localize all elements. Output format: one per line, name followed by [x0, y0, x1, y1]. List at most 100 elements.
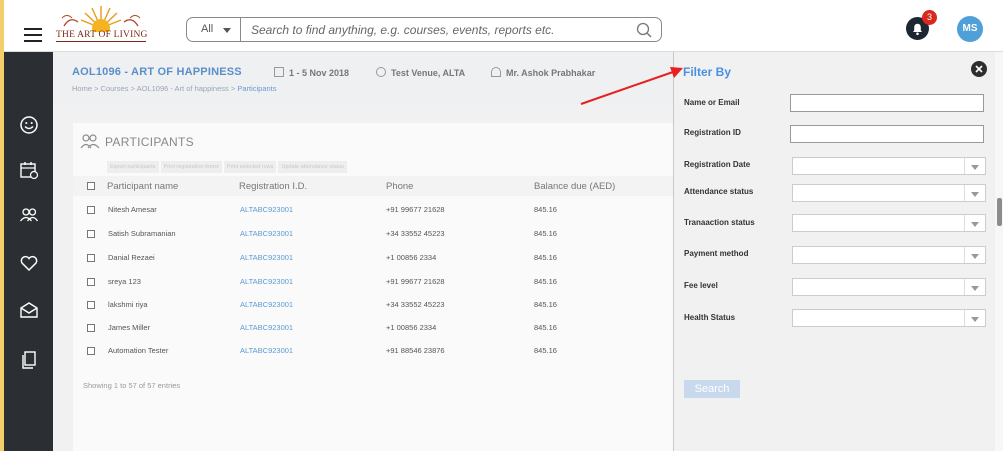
- people-icon[interactable]: [19, 205, 39, 225]
- row-checkbox[interactable]: [87, 278, 95, 286]
- column-header-balance[interactable]: Balance due (AED): [534, 181, 615, 192]
- caret-down-icon: [971, 317, 979, 322]
- course-dates: 1 - 5 Nov 2018: [274, 67, 349, 78]
- caret-down-icon: [971, 286, 979, 291]
- course-title[interactable]: AOL1096 - ART OF HAPPINESS: [72, 66, 242, 78]
- table-row[interactable]: Automation Tester ALTABC923001 +91 88546…: [73, 339, 673, 361]
- registration-id-link[interactable]: ALTABC923001: [240, 300, 293, 309]
- fee-level-label: Fee level: [684, 281, 718, 290]
- balance-due: 845.16: [534, 229, 557, 238]
- table-row[interactable]: James Miller ALTABC923001 +1 00856 2334 …: [73, 316, 673, 338]
- hamburger-menu-icon[interactable]: [24, 28, 42, 42]
- balance-due: 845.16: [534, 253, 557, 262]
- participant-name[interactable]: James Miller: [108, 323, 150, 332]
- participant-name[interactable]: sreya 123: [108, 277, 141, 286]
- transaction-status-label: Tranaaction status: [684, 218, 755, 227]
- column-header-name[interactable]: Participant name: [107, 181, 178, 192]
- caret-down-icon: [971, 192, 979, 197]
- filter-search-button[interactable]: Search: [684, 380, 740, 398]
- page-scrollbar-thumb[interactable]: [997, 198, 1002, 226]
- documents-icon[interactable]: [19, 350, 39, 370]
- registration-id-link[interactable]: ALTABC923001: [240, 229, 293, 238]
- left-nav-sidebar: [4, 52, 53, 451]
- registration-id-link[interactable]: ALTABC923001: [240, 346, 293, 355]
- row-checkbox[interactable]: [87, 324, 95, 332]
- table-row[interactable]: Danial Rezaei ALTABC923001 +1 00856 2334…: [73, 246, 673, 268]
- table-row[interactable]: Nitesh Amesar ALTABC923001 +91 99677 216…: [73, 198, 673, 220]
- caret-down-icon: [971, 222, 979, 227]
- row-checkbox[interactable]: [87, 230, 95, 238]
- payment-method-label: Payment method: [684, 249, 749, 258]
- health-status-select[interactable]: [792, 309, 986, 327]
- course-venue: Test Venue, ALTA: [376, 67, 465, 78]
- caret-down-icon: [223, 28, 231, 33]
- update-attendance-status-button[interactable]: Update attendance status: [278, 161, 348, 173]
- search-icon[interactable]: [635, 21, 653, 39]
- balance-due: 845.16: [534, 300, 557, 309]
- global-search: All: [186, 17, 662, 42]
- filter-panel: Filter By Name or Email Registration ID …: [673, 52, 993, 451]
- smile-icon[interactable]: [19, 115, 39, 135]
- attendance-status-label: Attendance status: [684, 187, 754, 196]
- breadcrumb: Home > Courses > AOL1096 - Art of happin…: [72, 84, 277, 93]
- table-header: Participant name Registration I.D. Phone…: [73, 176, 673, 196]
- registration-id-link[interactable]: ALTABC923001: [240, 323, 293, 332]
- participant-phone: +1 00856 2334: [386, 253, 437, 262]
- registration-date-select[interactable]: [792, 157, 986, 175]
- select-all-checkbox[interactable]: [87, 182, 95, 190]
- participant-name[interactable]: Automation Tester: [108, 346, 168, 355]
- export-participants-button[interactable]: Export participants: [107, 161, 159, 173]
- mail-icon[interactable]: [19, 300, 39, 320]
- transaction-status-select[interactable]: [792, 214, 986, 232]
- table-row[interactable]: sreya 123 ALTABC923001 +91 99677 21628 8…: [73, 270, 673, 292]
- calendar-icon[interactable]: [19, 160, 39, 180]
- registration-id-link[interactable]: ALTABC923001: [240, 253, 293, 262]
- participants-title: PARTICIPANTS: [105, 135, 194, 149]
- table-row[interactable]: lakshmi riya ALTABC923001 +34 33552 4522…: [73, 293, 673, 315]
- name-email-label: Name or Email: [684, 98, 740, 107]
- user-avatar[interactable]: MS: [957, 16, 983, 42]
- heart-icon[interactable]: [19, 253, 39, 273]
- breadcrumb-current: Participants: [237, 84, 277, 93]
- caret-down-icon: [971, 165, 979, 170]
- name-email-input[interactable]: [790, 94, 984, 112]
- search-scope-value: All: [201, 23, 214, 35]
- row-checkbox[interactable]: [87, 206, 95, 214]
- participant-name[interactable]: Satish Subramanian: [108, 229, 176, 238]
- payment-method-select[interactable]: [792, 246, 986, 264]
- participant-name[interactable]: Nitesh Amesar: [108, 205, 157, 214]
- search-input[interactable]: [251, 21, 621, 38]
- participant-phone: +34 33552 45223: [386, 300, 445, 309]
- column-header-phone[interactable]: Phone: [386, 181, 413, 192]
- balance-due: 845.16: [534, 346, 557, 355]
- print-selected-rows-button[interactable]: Print selected rows: [223, 161, 277, 173]
- print-registration-forms-button[interactable]: Print registration forms: [160, 161, 222, 173]
- row-checkbox[interactable]: [87, 347, 95, 355]
- search-scope-select[interactable]: All: [187, 18, 241, 41]
- participant-name[interactable]: lakshmi riya: [108, 300, 148, 309]
- annotation-arrow-icon: [580, 67, 683, 105]
- fee-level-select[interactable]: [792, 278, 986, 296]
- entries-count: Showing 1 to 57 of 57 entries: [83, 381, 181, 390]
- row-checkbox[interactable]: [87, 254, 95, 262]
- column-header-registration-id[interactable]: Registration I.D.: [239, 181, 307, 192]
- registration-id-link[interactable]: ALTABC923001: [240, 277, 293, 286]
- art-of-living-logo[interactable]: THE ART OF LIVING: [56, 4, 147, 44]
- sun-logo-icon: [61, 6, 141, 37]
- filter-title: Filter By: [683, 65, 732, 79]
- participant-name[interactable]: Danial Rezaei: [108, 253, 155, 262]
- row-checkbox[interactable]: [87, 301, 95, 309]
- registration-id-label: Registration ID: [684, 128, 741, 137]
- page-scrollbar-track[interactable]: [995, 52, 1003, 451]
- participant-phone: +91 99677 21628: [386, 277, 445, 286]
- attendance-status-select[interactable]: [792, 184, 986, 202]
- table-row[interactable]: Satish Subramanian ALTABC923001 +34 3355…: [73, 222, 673, 244]
- close-filter-button[interactable]: [971, 61, 987, 77]
- top-header: THE ART OF LIVING All 3 MS: [4, 0, 1003, 52]
- balance-due: 845.16: [534, 205, 557, 214]
- registration-id-link[interactable]: ALTABC923001: [240, 205, 293, 214]
- participant-phone: +34 33552 45223: [386, 229, 445, 238]
- breadcrumb-path[interactable]: Home > Courses > AOL1096 - Art of happin…: [72, 84, 237, 93]
- person-icon: [491, 67, 501, 77]
- registration-id-input[interactable]: [790, 125, 984, 143]
